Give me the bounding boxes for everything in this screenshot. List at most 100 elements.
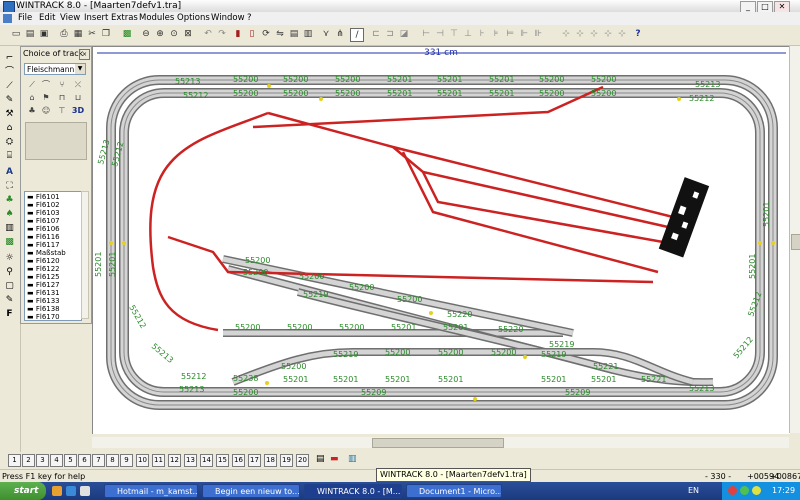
tray-1-icon[interactable] xyxy=(728,486,737,495)
delete-icon[interactable]: ▯ xyxy=(246,28,258,40)
layer-tab[interactable]: 9 xyxy=(120,454,133,467)
layer-tool-3-icon[interactable]: ▥ xyxy=(348,454,360,466)
text-tool-icon[interactable]: A xyxy=(3,166,16,178)
chevron-down-icon[interactable]: ▼ xyxy=(75,64,85,74)
doc-icon[interactable] xyxy=(3,14,12,23)
track-straight-icon[interactable]: ⟋ xyxy=(25,80,39,90)
screen-icon[interactable]: ▩ xyxy=(121,28,133,40)
tree-icon[interactable]: ♣ xyxy=(25,106,39,116)
switch-tool-2-icon[interactable]: ⊣ xyxy=(434,28,446,40)
cut-icon[interactable]: ✂ xyxy=(86,28,98,40)
layer-tab[interactable]: 16 xyxy=(232,454,245,467)
tool-3-icon[interactable]: ⟋ xyxy=(3,80,16,92)
menu-help[interactable]: ? xyxy=(247,12,252,25)
manufacturer-select[interactable]: Fleischmann Pi ▼ xyxy=(24,63,86,75)
taskbar-task-wintrack[interactable]: WINTRACK 8.0 - [M... xyxy=(304,484,402,498)
tool-14-icon[interactable]: ☼ xyxy=(3,252,16,264)
layer-tab[interactable]: 17 xyxy=(248,454,261,467)
select-icon[interactable]: ▮ xyxy=(232,28,244,40)
zoom-window-icon[interactable]: ⊠ xyxy=(182,28,194,40)
start-button[interactable]: start xyxy=(0,482,46,500)
connect-icon[interactable]: ⋎ xyxy=(320,28,332,40)
switch-tool-9-icon[interactable]: ⊪ xyxy=(532,28,544,40)
switch-tool-6-icon[interactable]: ⊧ xyxy=(490,28,502,40)
tool-5-icon[interactable]: ⚒ xyxy=(3,108,16,120)
redo-icon[interactable]: ↷ xyxy=(216,28,228,40)
layer-tab[interactable]: 15 xyxy=(216,454,229,467)
tool-16-icon[interactable]: ▢ xyxy=(3,280,16,292)
layer-tab[interactable]: 1 xyxy=(8,454,21,467)
zoom-fit-icon[interactable]: ⊙ xyxy=(168,28,180,40)
layout-canvas[interactable]: 331 cm 55213 55200 55200 55200 55201 552… xyxy=(92,46,790,434)
track-list[interactable]: ▬ Fl6101 ▬ Fl6102 ▬ Fl6103 ▬ Fl6107 ▬ Fl… xyxy=(24,191,82,321)
tool-2-icon[interactable]: ⌒ xyxy=(3,66,16,78)
vertical-scrollbar[interactable] xyxy=(789,46,800,433)
switch-tool-1-icon[interactable]: ⊢ xyxy=(420,28,432,40)
track-tool-3-icon[interactable]: ◪ xyxy=(398,28,410,40)
vertical-scroll-thumb[interactable] xyxy=(791,234,800,250)
post-icon[interactable]: ⊤ xyxy=(55,106,69,116)
taskbar-task-word[interactable]: Document1 - Micro... xyxy=(406,484,502,498)
tool-7-icon[interactable]: ⛭ xyxy=(3,136,16,148)
layer-tab[interactable]: 8 xyxy=(106,454,119,467)
grid-tool-4-icon[interactable]: ⊹ xyxy=(602,28,614,40)
menu-window[interactable]: Window xyxy=(211,12,245,25)
track-cross-icon[interactable]: ⤫ xyxy=(71,80,85,90)
switch-tool-4-icon[interactable]: ⊥ xyxy=(462,28,474,40)
building-icon[interactable]: ⌂ xyxy=(25,93,39,103)
tool-15-icon[interactable]: ⚲ xyxy=(3,266,16,278)
tray-3-icon[interactable] xyxy=(752,486,761,495)
layer-tab[interactable]: 18 xyxy=(264,454,277,467)
track-curve-icon[interactable]: ⌒ xyxy=(39,80,53,90)
panel-close-icon[interactable]: × xyxy=(79,49,90,60)
layer-tool-1-icon[interactable]: ▤ xyxy=(316,454,328,466)
print-icon[interactable]: ⎙ xyxy=(58,28,70,40)
zoom-out-icon[interactable]: ⊖ xyxy=(140,28,152,40)
copy-icon[interactable]: ❐ xyxy=(100,28,112,40)
switch-tool-3-icon[interactable]: ⊤ xyxy=(448,28,460,40)
grid-tool-2-icon[interactable]: ⊹ xyxy=(574,28,586,40)
track-switch-icon[interactable]: ⑂ xyxy=(55,80,69,90)
open-icon[interactable]: ▤ xyxy=(24,28,36,40)
track-list-scrollbar[interactable] xyxy=(81,191,89,319)
layer-tab[interactable]: 5 xyxy=(64,454,77,467)
menu-extras[interactable]: Extras xyxy=(111,12,138,25)
switch-tool-5-icon[interactable]: ⊦ xyxy=(476,28,488,40)
grid-tool-3-icon[interactable]: ⊹ xyxy=(588,28,600,40)
signal-icon[interactable]: ⚑ xyxy=(39,93,53,103)
layer-tab[interactable]: 3 xyxy=(36,454,49,467)
undo-icon[interactable]: ↶ xyxy=(202,28,214,40)
person-icon[interactable]: ☺ xyxy=(39,106,53,116)
horizontal-scrollbar[interactable] xyxy=(92,437,789,448)
paste-icon[interactable]: ▤ xyxy=(288,28,300,40)
layer-tab[interactable]: 4 xyxy=(50,454,63,467)
layer-tab[interactable]: 13 xyxy=(184,454,197,467)
quicklaunch-2-icon[interactable] xyxy=(66,486,76,496)
tool-12-icon[interactable]: ▥ xyxy=(3,222,16,234)
mirror-icon[interactable]: ⇋ xyxy=(274,28,286,40)
layer-tab[interactable]: 12 xyxy=(168,454,181,467)
layer-tab[interactable]: 10 xyxy=(136,454,149,467)
layer-tab[interactable]: 6 xyxy=(78,454,91,467)
switch-tool-8-icon[interactable]: ⊩ xyxy=(518,28,530,40)
language-indicator[interactable]: EN xyxy=(688,482,699,500)
layer-tab[interactable]: 20 xyxy=(296,454,309,467)
rotate-icon[interactable]: ⟳ xyxy=(260,28,272,40)
new-icon[interactable]: ▭ xyxy=(10,28,22,40)
tool-8-icon[interactable]: ⌸ xyxy=(3,150,16,162)
menu-modules[interactable]: Modules xyxy=(139,12,174,25)
layer-tab[interactable]: 19 xyxy=(280,454,293,467)
track-tool-1-icon[interactable]: ⊏ xyxy=(370,28,382,40)
grid-tool-5-icon[interactable]: ⊹ xyxy=(616,28,628,40)
save-icon[interactable]: ▣ xyxy=(38,28,50,40)
menu-insert[interactable]: Insert xyxy=(84,12,108,25)
tool-10-icon[interactable]: ♣ xyxy=(3,194,16,206)
taskbar-task-hotmail[interactable]: Hotmail - m_kamst... xyxy=(104,484,198,498)
zoom-in-icon[interactable]: ⊕ xyxy=(154,28,166,40)
bridge-icon[interactable]: ⊓ xyxy=(55,93,69,103)
tool-18-icon[interactable]: F xyxy=(3,308,16,320)
quicklaunch-1-icon[interactable] xyxy=(52,486,62,496)
quicklaunch-3-icon[interactable] xyxy=(80,486,90,496)
tool-6-icon[interactable]: ⌂ xyxy=(3,122,16,134)
menu-view[interactable]: View xyxy=(60,12,80,25)
